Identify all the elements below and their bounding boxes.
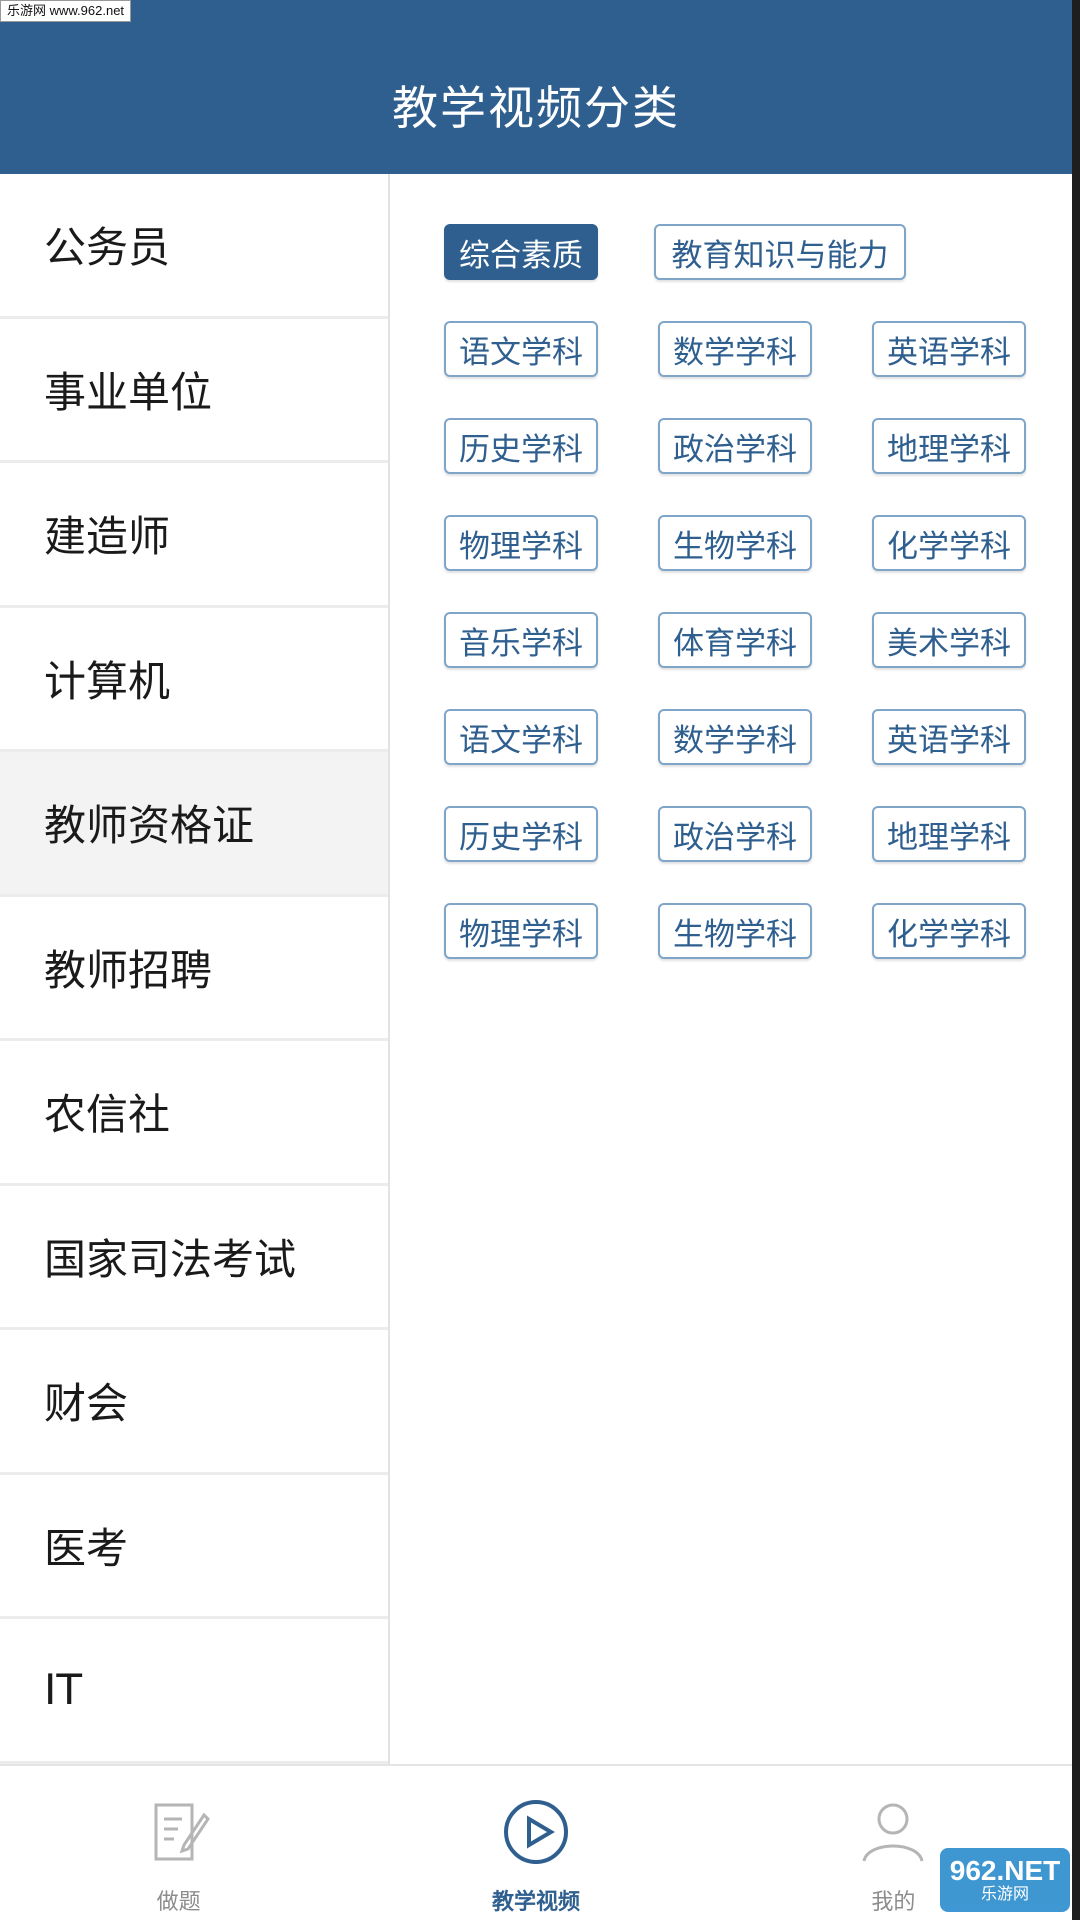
watermark-logo: 962.NET 乐游网 xyxy=(940,1848,1070,1912)
play-circle-icon xyxy=(498,1794,574,1870)
watermark-logo-text: 962.NET xyxy=(949,1855,1061,1886)
sidebar-item-caikuai[interactable]: 财会 xyxy=(0,1330,388,1475)
watermark-top-left: 乐游网 www.962.net xyxy=(0,0,132,22)
tag-subject[interactable]: 语文学科 xyxy=(444,321,598,377)
tag-subject[interactable]: 物理学科 xyxy=(444,903,598,959)
tag-subject[interactable]: 美术学科 xyxy=(872,612,1026,668)
app-header: 教学视频分类 xyxy=(0,0,1072,174)
category-sidebar: 公务员 事业单位 建造师 计算机 教师资格证 教师招聘 农信社 国家司法考试 财… xyxy=(0,174,390,1764)
tag-subject[interactable]: 英语学科 xyxy=(872,709,1026,765)
sidebar-item-jiaoshizigezheng[interactable]: 教师资格证 xyxy=(0,752,388,897)
tag-subject[interactable]: 化学学科 xyxy=(872,903,1026,959)
tag-subject[interactable]: 体育学科 xyxy=(658,612,812,668)
sidebar-item-yikao[interactable]: 医考 xyxy=(0,1475,388,1619)
sidebar-item-gongwuyuan[interactable]: 公务员 xyxy=(0,174,388,319)
tab-teaching-video-label: 教学视频 xyxy=(491,1890,580,1915)
subject-panel: 综合素质 教育知识与能力 语文学科 数学学科 英语学科 历史学科 政治学科 地理… xyxy=(392,174,1072,1764)
tag-subject[interactable]: 数学学科 xyxy=(658,709,812,765)
tag-row: 音乐学科 体育学科 美术学科 xyxy=(444,612,1044,709)
screen-edge xyxy=(1072,0,1080,1920)
sidebar-item-label: 财会 xyxy=(44,1379,129,1429)
tag-subject[interactable]: 生物学科 xyxy=(658,903,812,959)
sidebar-item-jisuanji[interactable]: 计算机 xyxy=(0,608,388,752)
tab-practice[interactable]: 做题 xyxy=(0,1766,357,1920)
tag-row: 物理学科 生物学科 化学学科 xyxy=(444,903,1044,1000)
tag-subject[interactable]: 地理学科 xyxy=(872,806,1026,862)
tag-subject[interactable]: 历史学科 xyxy=(444,806,598,862)
watermark-logo-subtext: 乐游网 xyxy=(980,1886,1029,1903)
edit-icon xyxy=(141,1794,217,1870)
tag-row: 语文学科 数学学科 英语学科 xyxy=(444,709,1044,806)
sidebar-item-label: 教师招聘 xyxy=(44,945,213,995)
tag-subject[interactable]: 语文学科 xyxy=(444,709,598,765)
tab-teaching-video[interactable]: 教学视频 xyxy=(357,1766,714,1920)
user-icon xyxy=(855,1794,931,1870)
sidebar-item-label: 事业单位 xyxy=(44,367,213,417)
sidebar-item-label: 建造师 xyxy=(44,512,171,562)
tab-mine-label: 我的 xyxy=(871,1890,916,1915)
sidebar-item-label: 教师资格证 xyxy=(44,801,255,851)
tag-subject[interactable]: 音乐学科 xyxy=(444,612,598,668)
bottom-tab-bar: 做题 教学视频 我的 xyxy=(0,1764,1072,1920)
tag-subject[interactable]: 物理学科 xyxy=(444,515,598,571)
tag-subject[interactable]: 政治学科 xyxy=(658,418,812,474)
tag-subject[interactable]: 数学学科 xyxy=(658,321,812,377)
sidebar-item-label: 医考 xyxy=(44,1523,129,1573)
tag-row: 语文学科 数学学科 英语学科 xyxy=(444,321,1044,418)
tag-subject[interactable]: 化学学科 xyxy=(872,515,1026,571)
sidebar-item-label: 农信社 xyxy=(44,1090,171,1140)
tag-row: 物理学科 生物学科 化学学科 xyxy=(444,515,1044,612)
tag-subject[interactable]: 英语学科 xyxy=(872,321,1026,377)
sidebar-item-jianzaoshi[interactable]: 建造师 xyxy=(0,463,388,608)
subject-tag-grid: 综合素质 教育知识与能力 语文学科 数学学科 英语学科 历史学科 政治学科 地理… xyxy=(444,224,1044,1000)
sidebar-item-label: 公务员 xyxy=(44,223,171,273)
tag-row: 综合素质 教育知识与能力 xyxy=(444,224,1044,321)
sidebar-item-label: 计算机 xyxy=(44,656,171,706)
sidebar-item-it[interactable]: IT xyxy=(0,1619,388,1764)
tag-row: 历史学科 政治学科 地理学科 xyxy=(444,418,1044,515)
tag-jiaoyuzhishi[interactable]: 教育知识与能力 xyxy=(654,224,906,280)
sidebar-item-label: 国家司法考试 xyxy=(44,1234,297,1284)
tag-subject[interactable]: 政治学科 xyxy=(658,806,812,862)
sidebar-item-sifakaoshi[interactable]: 国家司法考试 xyxy=(0,1186,388,1330)
tag-subject[interactable]: 历史学科 xyxy=(444,418,598,474)
sidebar-item-label: IT xyxy=(44,1665,83,1715)
tag-row: 历史学科 政治学科 地理学科 xyxy=(444,806,1044,903)
sidebar-item-shiyedanwei[interactable]: 事业单位 xyxy=(0,319,388,463)
tab-practice-label: 做题 xyxy=(156,1890,201,1915)
page-title: 教学视频分类 xyxy=(392,81,680,135)
tag-zonghesuzhi[interactable]: 综合素质 xyxy=(444,224,598,280)
tag-subject[interactable]: 地理学科 xyxy=(872,418,1026,474)
sidebar-item-nongxinshe[interactable]: 农信社 xyxy=(0,1041,388,1186)
tag-subject[interactable]: 生物学科 xyxy=(658,515,812,571)
sidebar-item-jiaoshizhaopin[interactable]: 教师招聘 xyxy=(0,897,388,1041)
